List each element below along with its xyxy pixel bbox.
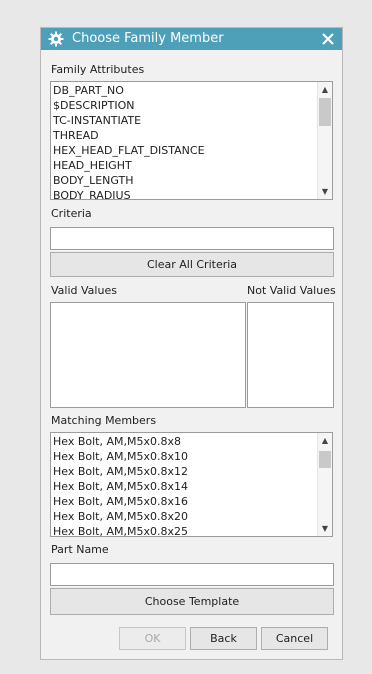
criteria-input[interactable] bbox=[50, 227, 334, 250]
dialog-titlebar[interactable]: Choose Family Member bbox=[41, 28, 342, 50]
family-attribute-item[interactable]: THREAD bbox=[53, 128, 316, 143]
family-attributes-list[interactable]: DB_PART_NO $DESCRIPTION TC-INSTANTIATE THRE… bbox=[50, 81, 333, 200]
matching-members-list[interactable]: Hex Bolt, AM,M5x0.8x8 Hex Bolt, AM,M5x0.8… bbox=[50, 432, 333, 537]
matching-member-item[interactable]: Hex Bolt, AM,M5x0.8x8 bbox=[53, 434, 316, 449]
matching-member-item[interactable]: Hex Bolt, AM,M5x0.8x16 bbox=[53, 494, 316, 509]
choose-family-member-dialog: Choose Family Member Family Attributes D… bbox=[40, 27, 343, 660]
family-attribute-item[interactable]: TC-INSTANTIATE bbox=[53, 113, 316, 128]
matching-member-item[interactable]: Hex Bolt, AM,M5x0.8x10 bbox=[53, 449, 316, 464]
family-attributes-label: Family Attributes bbox=[51, 63, 145, 76]
clear-all-criteria-button[interactable]: Clear All Criteria bbox=[50, 252, 334, 277]
criteria-label: Criteria bbox=[51, 207, 92, 220]
matching-member-item[interactable]: Hex Bolt, AM,M5x0.8x12 bbox=[53, 464, 316, 479]
close-icon[interactable] bbox=[321, 31, 335, 47]
part-name-label: Part Name bbox=[51, 543, 109, 556]
matching-member-item[interactable]: Hex Bolt, AM,M5x0.8x25 bbox=[53, 524, 316, 536]
matching-members-rows: Hex Bolt, AM,M5x0.8x8 Hex Bolt, AM,M5x0.8… bbox=[53, 434, 316, 536]
matching-members-scrollbar[interactable]: ▲ ▼ bbox=[317, 433, 332, 536]
valid-values-list[interactable] bbox=[50, 302, 246, 408]
family-attributes-scrollbar[interactable]: ▲ ▼ bbox=[317, 82, 332, 199]
scroll-up-icon[interactable]: ▲ bbox=[318, 83, 332, 96]
family-attribute-item[interactable]: DB_PART_NO bbox=[53, 83, 316, 98]
ok-button[interactable]: OK bbox=[119, 627, 186, 650]
not-valid-values-list[interactable] bbox=[247, 302, 334, 408]
scroll-down-icon[interactable]: ▼ bbox=[318, 522, 332, 535]
matching-member-item[interactable]: Hex Bolt, AM,M5x0.8x14 bbox=[53, 479, 316, 494]
gear-icon bbox=[48, 31, 64, 47]
scrollbar-thumb[interactable] bbox=[319, 451, 331, 468]
choose-template-button[interactable]: Choose Template bbox=[50, 588, 334, 615]
scrollbar-thumb[interactable] bbox=[319, 98, 331, 126]
family-attribute-item[interactable]: HEAD_HEIGHT bbox=[53, 158, 316, 173]
family-attribute-item[interactable]: $DESCRIPTION bbox=[53, 98, 316, 113]
not-valid-values-label: Not Valid Values bbox=[247, 284, 336, 297]
family-attribute-item[interactable]: BODY_LENGTH bbox=[53, 173, 316, 188]
family-attribute-item[interactable]: HEX_HEAD_FLAT_DISTANCE bbox=[53, 143, 316, 158]
family-attributes-rows: DB_PART_NO $DESCRIPTION TC-INSTANTIATE THRE… bbox=[53, 83, 316, 199]
scroll-up-icon[interactable]: ▲ bbox=[318, 434, 332, 447]
family-attribute-item[interactable]: BODY_RADIUS bbox=[53, 188, 316, 199]
part-name-input[interactable] bbox=[50, 563, 334, 586]
dialog-title: Choose Family Member bbox=[72, 31, 224, 46]
cancel-button[interactable]: Cancel bbox=[261, 627, 328, 650]
back-button[interactable]: Back bbox=[190, 627, 257, 650]
scroll-down-icon[interactable]: ▼ bbox=[318, 185, 332, 198]
matching-members-label: Matching Members bbox=[51, 414, 157, 427]
matching-member-item[interactable]: Hex Bolt, AM,M5x0.8x20 bbox=[53, 509, 316, 524]
valid-values-label: Valid Values bbox=[51, 284, 117, 297]
